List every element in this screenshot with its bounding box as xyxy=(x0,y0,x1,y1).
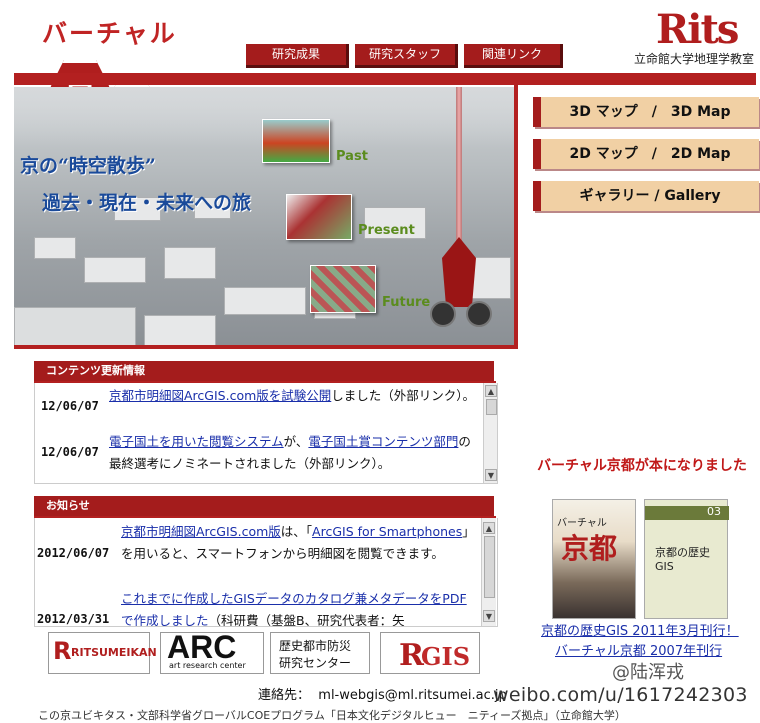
hoko-float xyxy=(442,237,476,307)
scroll-thumb[interactable] xyxy=(484,536,495,598)
book-promo-heading: バーチャル京都が本になりました xyxy=(537,458,747,474)
nav-research-results[interactable]: 研究成果 xyxy=(246,44,349,68)
updates-scrollbar[interactable]: ▲ ▼ xyxy=(483,383,497,483)
future-thumbnail[interactable] xyxy=(310,265,376,313)
vertical-divider xyxy=(514,84,518,346)
notice-link[interactable]: 京都市明細図ArcGIS.com版 xyxy=(121,524,281,539)
update-date: 12/06/07 xyxy=(41,445,99,459)
scroll-up-icon[interactable]: ▲ xyxy=(485,385,497,397)
notice-item: 京都市明細図ArcGIS.com版は、「ArcGIS for Smartphon… xyxy=(121,524,475,561)
updates-list[interactable]: 12/06/07 京都市明細図ArcGIS.com版を試験公開しました（外部リン… xyxy=(34,383,498,484)
hero-tagline-2: 過去・現在・未来への旅 xyxy=(42,192,252,214)
contact-label: 連絡先： xyxy=(258,688,311,703)
update-item: 京都市明細図ArcGIS.com版を試験公開しました（外部リンク）。 xyxy=(109,388,476,403)
notice-date: 2012/06/07 xyxy=(37,546,110,560)
disaster-center-logo[interactable]: 歴史都市防災 研究センター xyxy=(270,632,370,674)
past-thumbnail[interactable] xyxy=(262,119,330,163)
nav-research-staff[interactable]: 研究スタッフ xyxy=(355,44,458,68)
update-link[interactable]: 京都市明細図ArcGIS.com版を試験公開 xyxy=(109,388,331,403)
rits-logo[interactable]: Rits xyxy=(656,6,739,53)
hero-tagline-1: 京の“時空散歩” xyxy=(20,155,156,177)
book-link-virtual-kyoto[interactable]: バーチャル京都 2007年刊行 xyxy=(555,640,722,659)
present-thumbnail[interactable] xyxy=(286,194,352,240)
nav-related-links[interactable]: 関連リンク xyxy=(464,44,563,68)
update-link[interactable]: 電子国土を用いた閲覧システム xyxy=(109,434,284,449)
notices-scrollbar[interactable]: ▲ ▼ xyxy=(481,518,496,626)
notice-item: これまでに作成したGISデータのカタログ兼メタデータをPDFで作成しました（科研… xyxy=(121,591,467,627)
menu-3d-map[interactable]: 3D マップ / 3D Map xyxy=(533,97,759,127)
label-past[interactable]: Past xyxy=(336,149,368,164)
notice-date: 2012/03/31 xyxy=(37,612,110,626)
rgis-logo[interactable]: R GIS xyxy=(380,632,480,674)
arc-logo[interactable]: ARC art research center xyxy=(160,629,264,674)
book-cover-historical-gis[interactable]: 03 京都の歴史GIS xyxy=(644,499,729,619)
hero-bottom-rule xyxy=(14,345,518,349)
r-mark-icon: R xyxy=(53,637,72,665)
update-date: 12/06/07 xyxy=(41,399,99,413)
scroll-down-icon[interactable]: ▼ xyxy=(485,469,497,481)
hero-image: Past Present Future xyxy=(14,87,514,345)
menu-gallery[interactable]: ギャラリー / Gallery xyxy=(533,181,759,211)
menu-2d-map[interactable]: 2D マップ / 2D Map xyxy=(533,139,759,169)
update-item: 電子国土を用いた閲覧システムが、電子国土賞コンテンツ部門の最終選考にノミネートさ… xyxy=(109,434,471,471)
site-logo-title[interactable]: バーチャル xyxy=(42,14,177,50)
notices-header: お知らせ xyxy=(34,496,494,516)
update-link[interactable]: 電子国土賞コンテンツ部門 xyxy=(308,434,458,449)
contact-line: 連絡先： ml-webgis@ml.ritsumei.ac.jp xyxy=(258,684,507,703)
book-cover-virtual-kyoto[interactable]: バーチャル 京都 xyxy=(552,499,636,619)
watermark-handle: @陆浑戎 xyxy=(612,662,684,683)
bottom-credit: この京ユビキタス・文部科学省グローバルCOEプログラム「日本文化デジタルヒュー … xyxy=(38,709,626,722)
scroll-down-icon[interactable]: ▼ xyxy=(483,610,495,622)
top-red-band xyxy=(14,73,756,85)
scroll-up-icon[interactable]: ▲ xyxy=(483,522,495,534)
label-future[interactable]: Future xyxy=(382,295,430,310)
notices-list[interactable]: 2012/06/07 京都市明細図ArcGIS.com版は、「ArcGIS fo… xyxy=(34,518,498,627)
updates-header: コンテンツ更新情報 xyxy=(34,361,494,381)
scroll-thumb[interactable] xyxy=(486,399,497,415)
book-link-historical-gis[interactable]: 京都の歴史GIS 2011年3月刊行！ xyxy=(541,620,739,639)
label-present[interactable]: Present xyxy=(358,223,415,238)
notice-link[interactable]: ArcGIS for Smartphones xyxy=(312,524,462,539)
brand-subtitle: 立命館大学地理学教室 xyxy=(634,52,755,66)
svg-text:GIS: GIS xyxy=(421,642,470,671)
watermark-url: weibo.com/u/1617242303 xyxy=(493,684,748,706)
contact-email[interactable]: ml-webgis@ml.ritsumei.ac.jp xyxy=(318,688,506,703)
ritsumeikan-logo[interactable]: R RITSUMEIKAN xyxy=(48,632,157,674)
